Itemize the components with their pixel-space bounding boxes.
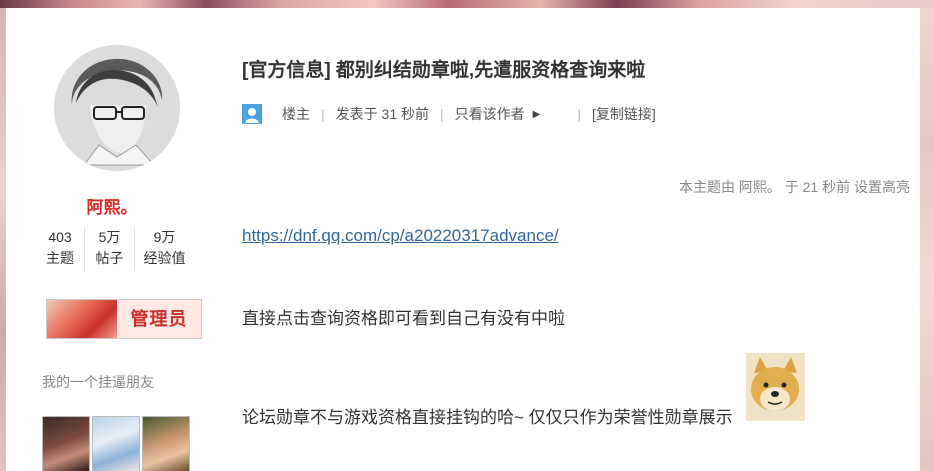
badge-label: 管理员 [117, 300, 201, 338]
meta-divider: | [440, 106, 444, 122]
post-title: [官方信息] 都别纠结勋章啦,先遣服资格查询来啦 [242, 60, 646, 81]
only-author-link[interactable]: 只看该作者 [455, 104, 525, 124]
user-online-icon [242, 104, 262, 124]
avatar[interactable] [54, 45, 180, 171]
stat-posts[interactable]: 5万 帖子 [84, 227, 134, 271]
friend-avatar[interactable] [42, 416, 90, 471]
copy-link-button[interactable]: [复制链接] [592, 104, 656, 124]
highlight-notice: 本主题由 阿熙。 于 21 秒前 设置高亮 [678, 179, 910, 195]
post-paragraph: 论坛勋章不与游戏资格直接挂钩的哈~ 仅仅只作为荣誉性勋章展示 [242, 408, 733, 427]
friends-list [42, 416, 190, 471]
stat-value: 9万 [153, 229, 176, 245]
author-sidebar: 阿熙。 403 主题 5万 帖子 9万 经验值 管理员 我的一个挂逼朋友 [6, 8, 228, 471]
post-url-link[interactable]: https://dnf.qq.com/cp/a20220317advance/ [242, 226, 559, 246]
avatar-portrait-icon [54, 45, 180, 171]
header-banner-image [0, 0, 934, 8]
friends-section-title: 我的一个挂逼朋友 [42, 374, 154, 390]
stat-label: 帖子 [95, 250, 124, 266]
post-meta-bar: 楼主 | 发表于 31 秒前 | 只看该作者 ▶ | [复制链接] [242, 103, 656, 125]
floor-label: 楼主 [282, 106, 310, 122]
stat-label: 经验值 [143, 250, 186, 266]
badge-character-icon [47, 300, 117, 338]
stat-label: 主题 [46, 250, 74, 266]
author-stats: 403 主题 5万 帖子 9万 经验值 [36, 227, 206, 271]
post-time: 发表于 31 秒前 [335, 106, 429, 122]
admin-badge: 管理员 [46, 299, 202, 339]
stat-value: 403 [48, 229, 72, 245]
doge-emoji-icon [746, 353, 805, 421]
meta-divider: | [321, 106, 325, 122]
author-username[interactable]: 阿熙。 [6, 193, 218, 218]
meta-divider: | [577, 106, 581, 122]
stat-value: 5万 [98, 229, 121, 245]
friend-avatar[interactable] [142, 416, 190, 471]
caret-right-icon[interactable]: ▶ [533, 109, 541, 120]
stat-experience[interactable]: 9万 经验值 [134, 227, 194, 271]
friend-avatar[interactable] [92, 416, 140, 471]
page-background-right [920, 8, 934, 471]
stat-topics[interactable]: 403 主题 [36, 227, 84, 271]
post-paragraph: 直接点击查询资格即可看到自己有没有中啦 [242, 309, 565, 328]
